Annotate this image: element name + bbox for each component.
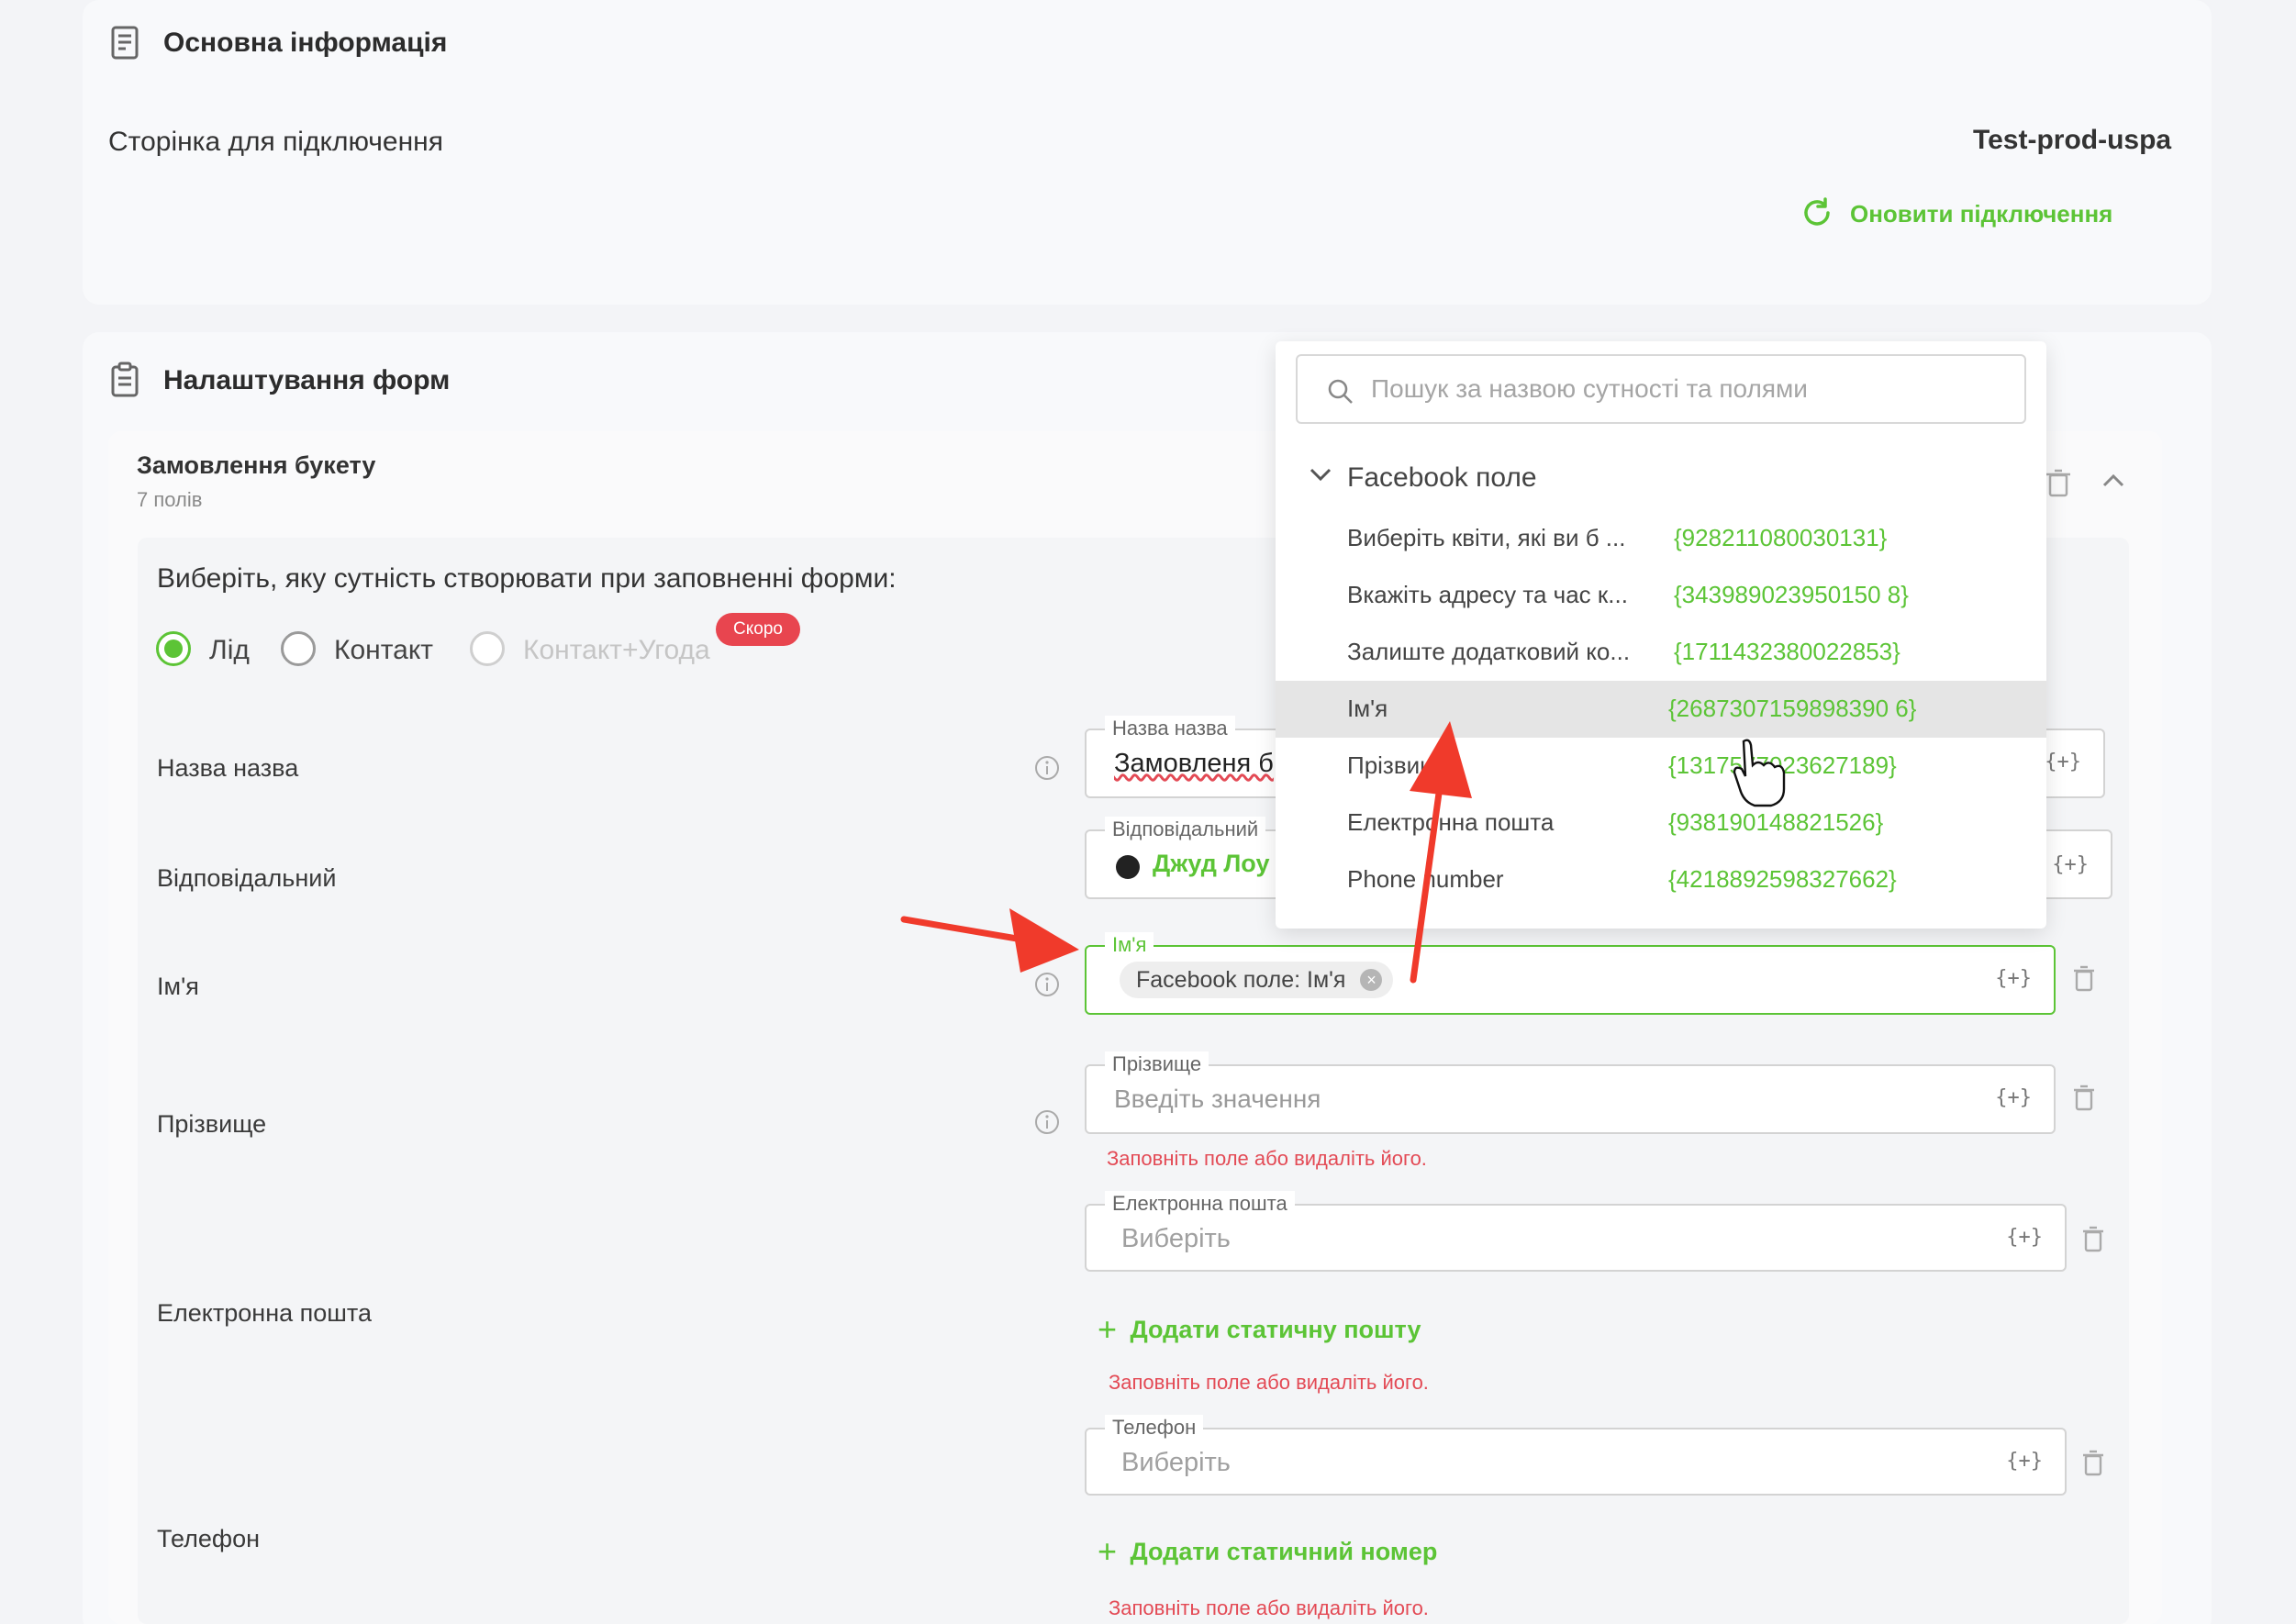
phone-error: Заповніть поле або видаліть його.: [1109, 1596, 1429, 1619]
chevron-down-icon[interactable]: [1309, 464, 1332, 484]
dropdown-item-code: {343989023950150 8}: [1674, 581, 1909, 608]
plus-token[interactable]: {+}: [2006, 1226, 2043, 1249]
email-field[interactable]: Електронна пошта Виберіть {+}: [1085, 1191, 2067, 1272]
dropdown-item-code: {938190148821526}: [1668, 808, 1884, 836]
radio-contact-deal-label: Контакт+Угода: [523, 635, 710, 665]
responsible-value: Джуд Лоу: [1153, 850, 1270, 877]
trash-icon[interactable]: [2081, 1226, 2105, 1253]
dropdown-item[interactable]: Вкажіть адресу та час к... {3439890239501…: [1276, 567, 2046, 624]
trash-icon[interactable]: [2072, 1085, 2096, 1112]
form-settings-title: Налаштування форм: [163, 365, 451, 395]
row-label-email: Електронна пошта: [157, 1299, 373, 1327]
dropdown-search-input[interactable]: Пошук за назвою сутності та полями: [1296, 354, 2026, 424]
phone-field-label: Телефон: [1105, 1415, 1204, 1440]
entity-question: Виберіть, яку сутність створювати при за…: [157, 563, 897, 594]
radio-contact[interactable]: [281, 631, 316, 666]
add-static-phone-button[interactable]: + Додати статичний номер: [1098, 1532, 1437, 1571]
dropdown-item[interactable]: Електронна пошта {938190148821526}: [1276, 795, 2046, 851]
refresh-label: Оновити підключення: [1850, 200, 2113, 228]
dropdown-item-name: Виберіть квіти, які ви б ...: [1347, 524, 1626, 551]
dropdown-item[interactable]: Залиште додатковий ко... {171143238002285…: [1276, 624, 2046, 681]
dropdown-item-name: Електронна пошта: [1347, 808, 1555, 836]
dropdown-item-code: {928211080030131}: [1674, 524, 1888, 551]
plus-token[interactable]: {+}: [1995, 967, 2032, 990]
dropdown-group-title[interactable]: Facebook поле: [1347, 462, 1537, 494]
basic-info-title: Основна інформація: [163, 28, 448, 58]
page-value: Test-prod-uspa: [1973, 125, 2172, 155]
delete-form-icon[interactable]: [2045, 468, 2072, 499]
page-label: Сторінка для підключення: [108, 127, 443, 157]
dropdown-item-code: {1317577023627189}: [1668, 751, 1897, 779]
radio-contact-label: Контакт: [334, 635, 434, 665]
dropdown-item-hovered[interactable]: Ім'я {2687307159898390 6}: [1276, 681, 2046, 738]
plus-token[interactable]: {+}: [2045, 751, 2081, 773]
last-name-field[interactable]: Прізвище Введіть значення {+}: [1085, 1051, 2056, 1134]
email-error: Заповніть поле або видаліть його.: [1109, 1371, 1429, 1394]
plus-token[interactable]: {+}: [2052, 853, 2089, 876]
first-name-field-label: Ім'я: [1105, 932, 1154, 958]
row-label-responsible: Відповідальний: [157, 864, 337, 892]
row-label-first-name: Ім'я: [157, 973, 199, 1000]
dropdown-item-name: Ім'я: [1347, 695, 1388, 722]
radio-lead[interactable]: [156, 631, 191, 666]
dropdown-item-name: Прізвище: [1347, 751, 1453, 779]
radio-contact-deal: [470, 631, 505, 666]
phone-placeholder: Виберіть: [1121, 1448, 1231, 1477]
dropdown-item-code: {2687307159898390 6}: [1668, 695, 1917, 722]
info-icon[interactable]: [1033, 971, 1061, 998]
email-placeholder: Виберіть: [1121, 1224, 1231, 1253]
name-title-field-label: Назва назва: [1105, 716, 1235, 741]
dropdown-item[interactable]: Виберіть квіти, які ви б ... {92821108003…: [1276, 510, 2046, 567]
trash-icon[interactable]: [2072, 965, 2096, 993]
form-name: Замовлення букету: [137, 451, 376, 479]
add-static-email-label: Додати статичну пошту: [1130, 1315, 1421, 1343]
dropdown-item-code: {1711432380022853}: [1674, 638, 1900, 665]
name-title-value: Замовленя б: [1114, 749, 1274, 778]
soon-badge: Скоро: [716, 613, 800, 646]
chevron-up-icon[interactable]: [2101, 470, 2125, 492]
last-name-placeholder: Введіть значення: [1114, 1085, 1321, 1113]
facebook-field-chip[interactable]: Facebook поле: Ім'я ×: [1120, 962, 1394, 998]
row-label-last-name: Прізвище: [157, 1110, 267, 1138]
chip-label: Facebook поле: Ім'я: [1136, 967, 1346, 993]
field-picker-dropdown: Пошук за назвою сутності та полями Faceb…: [1276, 341, 2046, 929]
phone-field[interactable]: Телефон Виберіть {+}: [1085, 1415, 2067, 1496]
info-icon[interactable]: [1033, 1108, 1061, 1136]
search-icon: [1328, 379, 1353, 404]
plus-token[interactable]: {+}: [1995, 1086, 2032, 1109]
email-field-label: Електронна пошта: [1105, 1191, 1295, 1217]
plus-token[interactable]: {+}: [2006, 1450, 2043, 1473]
remove-chip-icon[interactable]: ×: [1360, 969, 1383, 991]
add-static-phone-label: Додати статичний номер: [1130, 1537, 1438, 1565]
dropdown-item[interactable]: Phone number {4218892598327662}: [1276, 851, 2046, 908]
dropdown-item-code: {4218892598327662}: [1668, 865, 1897, 893]
clipboard-icon: [111, 362, 139, 397]
dropdown-search-placeholder: Пошук за назвою сутності та полями: [1371, 374, 1808, 403]
add-static-email-button[interactable]: + Додати статичну пошту: [1098, 1310, 1421, 1349]
radio-lead-label: Лід: [209, 635, 250, 665]
dropdown-item[interactable]: Прізвище {1317577023627189}: [1276, 738, 2046, 795]
first-name-field[interactable]: Ім'я Facebook поле: Ім'я × {+}: [1085, 932, 2056, 1015]
plus-icon: +: [1098, 1310, 1118, 1348]
dropdown-item-name: Залиште додатковий ко...: [1347, 638, 1631, 665]
trash-icon[interactable]: [2081, 1450, 2105, 1477]
dropdown-item-name: Вкажіть адресу та час к...: [1347, 581, 1628, 608]
dropdown-item-name: Phone number: [1347, 865, 1504, 893]
row-label-phone: Телефон: [157, 1525, 261, 1552]
last-name-error: Заповніть поле або видаліть його.: [1107, 1147, 1427, 1170]
plus-icon: +: [1098, 1532, 1118, 1570]
last-name-field-label: Прізвище: [1105, 1051, 1209, 1077]
row-label-name-title: Назва назва: [157, 754, 299, 782]
fields-count: 7 полів: [137, 488, 203, 511]
document-icon: [111, 26, 139, 60]
avatar: [1116, 855, 1140, 879]
info-icon[interactable]: [1033, 754, 1061, 782]
refresh-icon: [1804, 197, 1830, 226]
responsible-field-label: Відповідальний: [1105, 817, 1266, 842]
